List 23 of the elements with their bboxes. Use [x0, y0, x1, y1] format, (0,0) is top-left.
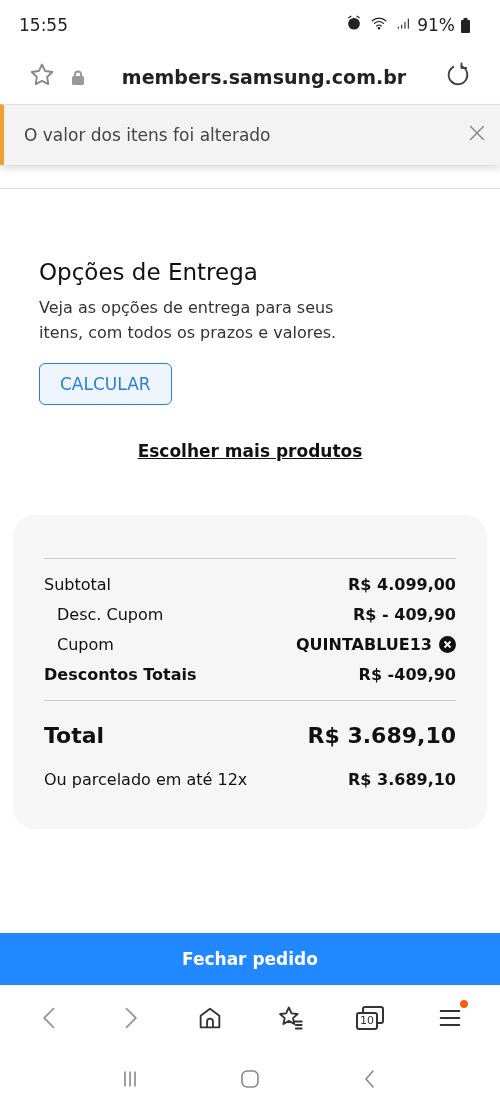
section-title: Opções de Entrega	[39, 259, 258, 285]
total-label: Total	[44, 723, 105, 748]
url-text[interactable]: members.samsung.com.br	[100, 66, 428, 88]
summary-label: Subtotal	[44, 574, 112, 594]
remove-coupon-icon[interactable]	[439, 635, 456, 653]
summary-label: Cupom	[57, 634, 114, 654]
summary-label: Desc. Cupom	[57, 604, 164, 624]
summary-value: R$ - 409,90	[353, 604, 456, 624]
lock-icon	[72, 69, 84, 85]
toast-message: O valor dos itens foi alterado	[24, 125, 271, 145]
summary-value: R$ 4.099,00	[348, 574, 456, 594]
battery-icon	[461, 17, 470, 33]
installment-value: R$ 3.689,10	[348, 770, 456, 789]
summary-value: R$ -409,90	[358, 664, 456, 684]
summary-label: Descontos Totais	[44, 664, 197, 684]
section-description: Veja as opções de entrega para seus itens, com todos os prazos e valores.	[39, 297, 338, 344]
coupon-code: QUINTABLUE13	[296, 634, 432, 654]
calculate-button[interactable]: CALCULAR	[39, 363, 172, 405]
more-products-link[interactable]: Escolher mais produtos	[137, 441, 363, 461]
battery-percentage: 91%	[417, 15, 455, 35]
total-value: R$ 3.689,10	[307, 723, 456, 748]
installment-label: Ou parcelado em até 12x	[44, 770, 248, 789]
status-time: 15:55	[19, 15, 68, 35]
